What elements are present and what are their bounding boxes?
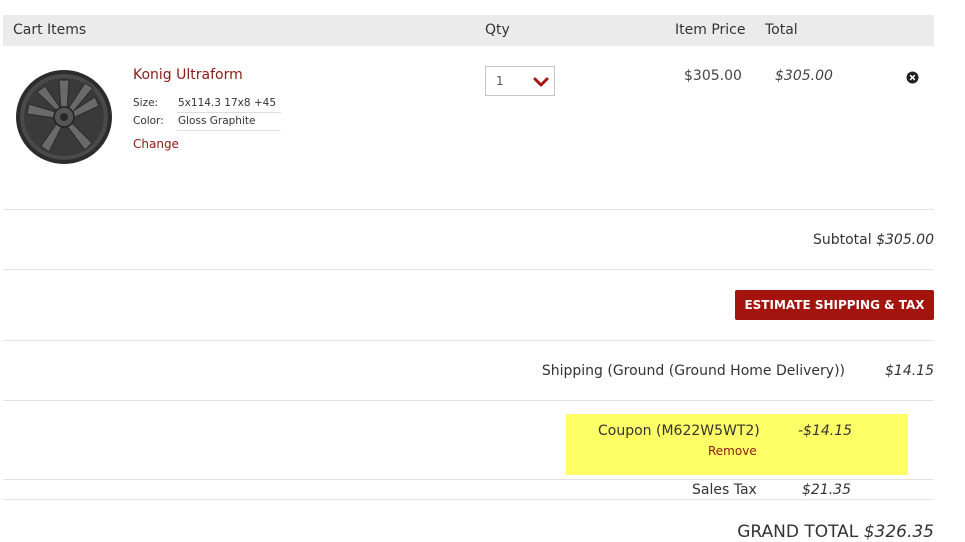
cart-header-row: Cart Items Qty Item Price Total [3, 15, 934, 46]
grand-total-row: GRAND TOTAL $326.35 [737, 522, 934, 542]
sales-tax-amount: $21.35 [802, 482, 851, 498]
coupon-amount: -$14.15 [798, 423, 853, 439]
divider [3, 269, 934, 270]
subtotal-amount: $305.00 [876, 232, 934, 248]
close-circle-icon[interactable] [906, 71, 919, 84]
divider [3, 209, 934, 210]
header-total: Total [765, 22, 798, 38]
item-price: $305.00 [684, 68, 742, 84]
sales-tax-label: Sales Tax [692, 482, 757, 498]
divider [3, 340, 934, 341]
divider [3, 479, 934, 480]
size-value: 5x114.3 17x8 +45 [178, 97, 277, 109]
quantity-value: 1 [496, 74, 504, 88]
item-total: $305.00 [775, 68, 833, 84]
color-value: Gloss Graphite [178, 115, 256, 127]
shipping-label: Shipping (Ground (Ground Home Delivery)) [541, 363, 845, 379]
change-link[interactable]: Change [133, 137, 179, 151]
grand-total-label: GRAND TOTAL [737, 522, 859, 542]
subtotal-row: Subtotal $305.00 [813, 232, 934, 248]
header-qty: Qty [485, 22, 510, 38]
quantity-select[interactable]: 1 [485, 66, 555, 96]
wheel-image[interactable] [11, 66, 115, 166]
divider [3, 499, 934, 500]
divider [3, 400, 934, 401]
grand-total-amount: $326.35 [863, 522, 934, 542]
divider [177, 112, 281, 113]
color-label: Color: [133, 115, 164, 127]
coupon-remove-link[interactable]: Remove [708, 444, 757, 458]
product-name-link[interactable]: Konig Ultraform [133, 67, 243, 83]
header-item-price: Item Price [675, 22, 746, 38]
size-label: Size: [133, 97, 159, 109]
coupon-label: Coupon (M622W5WT2) [598, 423, 760, 439]
subtotal-label: Subtotal [812, 232, 872, 248]
divider [177, 130, 281, 131]
coupon-highlight: Coupon (M622W5WT2) -$14.15 Remove [566, 414, 908, 475]
estimate-shipping-tax-button[interactable]: ESTIMATE SHIPPING & TAX [735, 290, 934, 320]
shipping-amount: $14.15 [885, 363, 934, 379]
header-cart-items: Cart Items [13, 22, 87, 38]
chevron-down-icon [533, 77, 549, 87]
